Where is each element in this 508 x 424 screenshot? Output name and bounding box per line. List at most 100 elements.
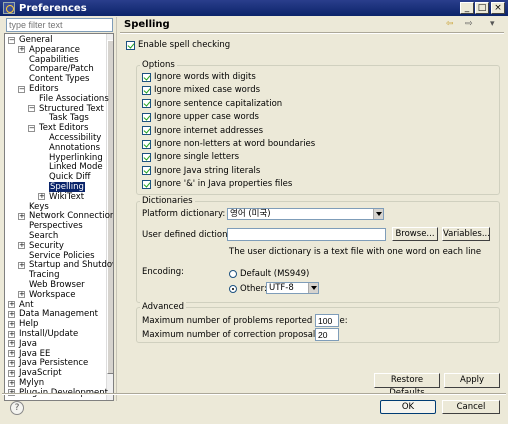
apply-button[interactable]: Apply	[444, 373, 500, 388]
collapse-icon[interactable]: −	[28, 105, 35, 113]
tree-item[interactable]: Data Management	[19, 309, 98, 319]
tree-item[interactable]: Install/Update	[19, 329, 78, 339]
checkbox-icon[interactable]	[142, 179, 151, 189]
option-checkbox[interactable]: Ignore single letters	[142, 152, 239, 162]
checkbox-icon[interactable]	[142, 99, 151, 109]
minimize-button[interactable]: _	[460, 2, 474, 14]
tree-item[interactable]: Compare/Patch	[29, 64, 94, 74]
tree-item[interactable]: Web Browser	[29, 280, 85, 290]
max-proposals-field[interactable]	[315, 328, 339, 341]
tree-item[interactable]: Appearance	[29, 45, 80, 55]
tree-item[interactable]: Hyperlinking	[49, 153, 103, 163]
variables-button[interactable]: Variables...	[442, 227, 490, 241]
restore-defaults-button[interactable]: Restore Defaults	[374, 373, 440, 398]
tree-item[interactable]: Java Persistence	[19, 358, 88, 368]
back-arrow-icon[interactable]: ⇦	[446, 19, 454, 29]
tree-item[interactable]: Java	[19, 339, 37, 349]
tree-item[interactable]: Perspectives	[29, 221, 83, 231]
ok-button[interactable]: OK	[380, 400, 436, 414]
expand-icon[interactable]: +	[8, 340, 15, 348]
tree-item[interactable]: Editors	[29, 84, 59, 94]
expand-icon[interactable]: +	[18, 261, 25, 269]
tree-item[interactable]: Text Editors	[39, 123, 88, 133]
filter-input[interactable]	[6, 18, 113, 32]
option-checkbox[interactable]: Ignore internet addresses	[142, 126, 263, 136]
option-checkbox[interactable]: Ignore upper case words	[142, 112, 259, 122]
expand-icon[interactable]: +	[8, 320, 15, 328]
tree-item[interactable]: JavaScript	[19, 368, 62, 378]
radio-icon[interactable]	[229, 270, 237, 278]
collapse-icon[interactable]: −	[28, 124, 35, 132]
tree-item[interactable]: Java EE	[19, 349, 50, 359]
encoding-other-radio[interactable]: Other:	[229, 284, 267, 294]
tree-item[interactable]: Linked Mode	[49, 162, 103, 172]
expand-icon[interactable]: +	[18, 242, 25, 250]
dropdown-arrow-icon[interactable]	[373, 209, 383, 219]
checkbox-icon[interactable]	[142, 85, 151, 95]
tree-item[interactable]: Startup and Shutdown	[29, 260, 113, 270]
splitter[interactable]	[116, 17, 119, 401]
checkbox-icon[interactable]	[142, 112, 151, 122]
tree-item[interactable]: Workspace	[29, 290, 75, 300]
expand-icon[interactable]: +	[18, 46, 25, 54]
tree-item[interactable]: Capabilities	[29, 55, 79, 65]
maximize-button[interactable]: □	[475, 2, 489, 14]
max-problems-field[interactable]	[315, 314, 339, 327]
option-checkbox[interactable]: Ignore sentence capitalization	[142, 99, 282, 109]
cancel-button[interactable]: Cancel	[442, 400, 500, 414]
tree-item[interactable]: Ant	[19, 300, 34, 310]
tree-item[interactable]: Task Tags	[49, 113, 89, 123]
expand-icon[interactable]: +	[8, 301, 15, 309]
expand-icon[interactable]: +	[8, 379, 15, 387]
enable-spell-checkbox[interactable]: Enable spell checking	[126, 40, 230, 50]
expand-icon[interactable]: +	[8, 350, 15, 358]
tree-item[interactable]: Keys	[29, 202, 49, 212]
tree-item[interactable]: Mylyn	[19, 378, 44, 388]
expand-icon[interactable]: +	[18, 212, 25, 220]
tree-item[interactable]: Structured Text	[39, 104, 104, 114]
encoding-select[interactable]: UTF-8	[266, 282, 319, 294]
checkbox-icon[interactable]	[142, 166, 151, 176]
tree-item[interactable]: Search	[29, 231, 58, 241]
tree-item[interactable]: General	[19, 35, 53, 45]
tree-item[interactable]: Annotations	[49, 143, 100, 153]
help-icon[interactable]: ?	[10, 401, 24, 415]
browse-button[interactable]: Browse...	[392, 227, 438, 241]
tree-item[interactable]: Service Policies	[29, 251, 95, 261]
checkbox-icon[interactable]	[142, 139, 151, 149]
option-checkbox[interactable]: Ignore mixed case words	[142, 85, 260, 95]
checkbox-icon[interactable]	[126, 40, 135, 50]
view-menu-icon[interactable]: ▾	[490, 19, 495, 29]
tree-item[interactable]: WikiText	[49, 192, 84, 202]
encoding-default-radio[interactable]: Default (MS949)	[229, 269, 309, 279]
expand-icon[interactable]: +	[8, 310, 15, 318]
collapse-icon[interactable]: −	[8, 36, 15, 44]
scrollbar-thumb[interactable]	[107, 40, 113, 374]
tree-item[interactable]: Content Types	[29, 74, 89, 84]
expand-icon[interactable]: +	[18, 291, 25, 299]
tree-item[interactable]: Network Connections	[29, 211, 113, 221]
forward-arrow-icon[interactable]: ⇨	[465, 19, 473, 29]
close-button[interactable]: ×	[491, 2, 505, 14]
tree-item[interactable]: Quick Diff	[49, 172, 91, 182]
option-checkbox[interactable]: Ignore words with digits	[142, 72, 256, 82]
radio-selected-icon[interactable]	[229, 285, 237, 293]
tree-item[interactable]: File Associations	[39, 94, 109, 104]
dropdown-arrow-icon[interactable]	[308, 283, 318, 293]
tree-item[interactable]: Spelling	[49, 182, 85, 192]
tree-item[interactable]: Accessibility	[49, 133, 101, 143]
tree-item[interactable]: Security	[29, 241, 64, 251]
expand-icon[interactable]: +	[8, 330, 15, 338]
tree-item[interactable]: Tracing	[29, 270, 59, 280]
platform-dictionary-select[interactable]: 영어 (미국)	[227, 208, 384, 220]
option-checkbox[interactable]: Ignore Java string literals	[142, 166, 260, 176]
expand-icon[interactable]: +	[8, 369, 15, 377]
tree-item[interactable]: Help	[19, 319, 38, 329]
collapse-icon[interactable]: −	[18, 85, 25, 93]
expand-icon[interactable]: +	[38, 193, 45, 201]
option-checkbox[interactable]: Ignore '&' in Java properties files	[142, 179, 292, 189]
option-checkbox[interactable]: Ignore non-letters at word boundaries	[142, 139, 315, 149]
checkbox-icon[interactable]	[142, 152, 151, 162]
checkbox-icon[interactable]	[142, 72, 151, 82]
checkbox-icon[interactable]	[142, 126, 151, 136]
